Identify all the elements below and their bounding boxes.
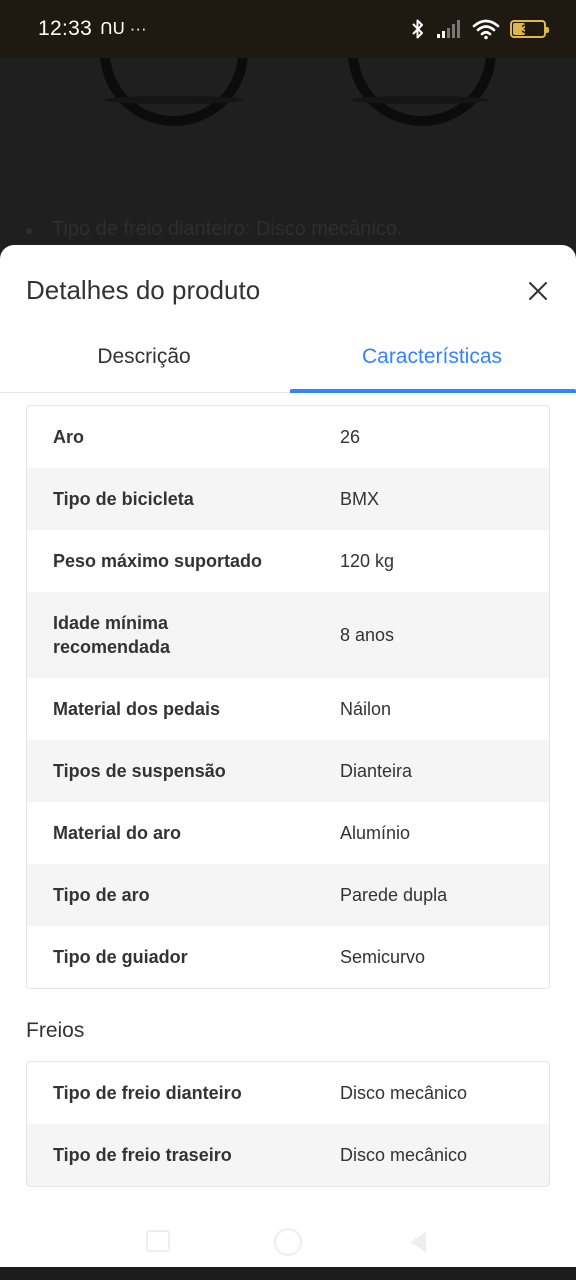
spec-label: Material do aro (53, 823, 182, 843)
status-left: 12:33 ᑎᑌ ··· (38, 17, 147, 41)
table-row: Tipo de bicicleta BMX (27, 468, 549, 530)
background-text: Tipo de freio dianteiro: Disco mecânico. (52, 218, 403, 240)
navigation-bar (0, 1267, 576, 1280)
table-row: Tipos de suspensão Dianteira (27, 740, 549, 802)
background-page: Tipo de freio dianteiro: Disco mecânico. (0, 58, 576, 258)
spec-value: BMX (340, 488, 380, 509)
status-right: 39 (410, 18, 549, 40)
spec-value: 26 (340, 426, 361, 447)
bullet (26, 228, 32, 234)
spec-value: Dianteira (340, 760, 413, 781)
system-navigation (0, 1222, 576, 1262)
table-row: Tipo de freio traseiro Disco mecânico (27, 1124, 549, 1186)
tab-bar: Descrição Características (0, 335, 576, 393)
table-row: Idade mínima recomendada 8 anos (27, 592, 549, 678)
spec-label: Peso máximo suportado (53, 551, 263, 571)
signal-icon (436, 19, 462, 39)
spec-label: Tipos de suspensão (53, 761, 226, 781)
wheel-image (100, 58, 248, 126)
table-row: Tipo de aro Parede dupla (27, 864, 549, 926)
brakes-table: Tipo de freio dianteiro Disco mecânico T… (26, 1061, 550, 1187)
product-details-sheet: Detalhes do produto Descrição Caracterís… (0, 245, 576, 1267)
spec-label: Idade mínima recomendada (53, 613, 171, 657)
sheet-title: Detalhes do produto (26, 275, 261, 305)
wifi-icon (472, 18, 500, 40)
battery-level: 39 (521, 22, 535, 36)
spec-label: Tipo de bicicleta (53, 489, 194, 509)
wheel-shadow (350, 96, 490, 104)
spec-label: Tipo de guiador (53, 947, 188, 967)
table-row: Material dos pedais Náilon (27, 678, 549, 740)
table-row: Aro 26 (27, 406, 549, 468)
status-time: 12:33 (38, 17, 93, 40)
spec-label: Tipo de freio traseiro (53, 1145, 232, 1165)
tab-descricao[interactable]: Descrição (0, 335, 288, 392)
table-row: Tipo de guiador Semicurvo (27, 926, 549, 988)
specs-table: Aro 26 Tipo de bicicleta BMX Peso máximo… (26, 405, 550, 989)
spec-label: Tipo de freio dianteiro (53, 1083, 242, 1103)
home-button[interactable] (274, 1228, 302, 1256)
spec-label: Material dos pedais (53, 699, 221, 719)
spec-value: Náilon (340, 698, 392, 719)
close-icon (529, 282, 547, 300)
tab-caracteristicas[interactable]: Características (288, 335, 576, 393)
status-bar: 12:33 ᑎᑌ ··· 39 (0, 0, 576, 58)
wheel-image (348, 58, 496, 126)
spec-value: 120 kg (340, 550, 395, 571)
spec-value: Disco mecânico (340, 1144, 468, 1165)
table-row: Tipo de freio dianteiro Disco mecânico (27, 1062, 549, 1124)
table-row: Material do aro Alumínio (27, 802, 549, 864)
spec-value: Parede dupla (340, 884, 448, 905)
sheet-header: Detalhes do produto (0, 245, 576, 335)
spec-value: Semicurvo (340, 946, 426, 967)
spec-value: Disco mecânico (340, 1082, 468, 1103)
battery-icon: 39 (510, 20, 549, 38)
back-button[interactable] (410, 1232, 426, 1252)
recent-apps-button[interactable] (146, 1230, 170, 1252)
spec-label: Aro (53, 427, 84, 447)
wheel-shadow (104, 96, 244, 104)
status-notification-icons: ᑎᑌ ··· (100, 19, 147, 38)
table-row: Peso máximo suportado 120 kg (27, 530, 549, 592)
bluetooth-icon (410, 18, 426, 40)
close-button[interactable] (524, 277, 552, 305)
spec-value: 8 anos (340, 624, 395, 645)
spec-value: Alumínio (340, 822, 411, 843)
spec-label: Tipo de aro (53, 885, 150, 905)
brakes-section-title: Freios (26, 1019, 85, 1042)
